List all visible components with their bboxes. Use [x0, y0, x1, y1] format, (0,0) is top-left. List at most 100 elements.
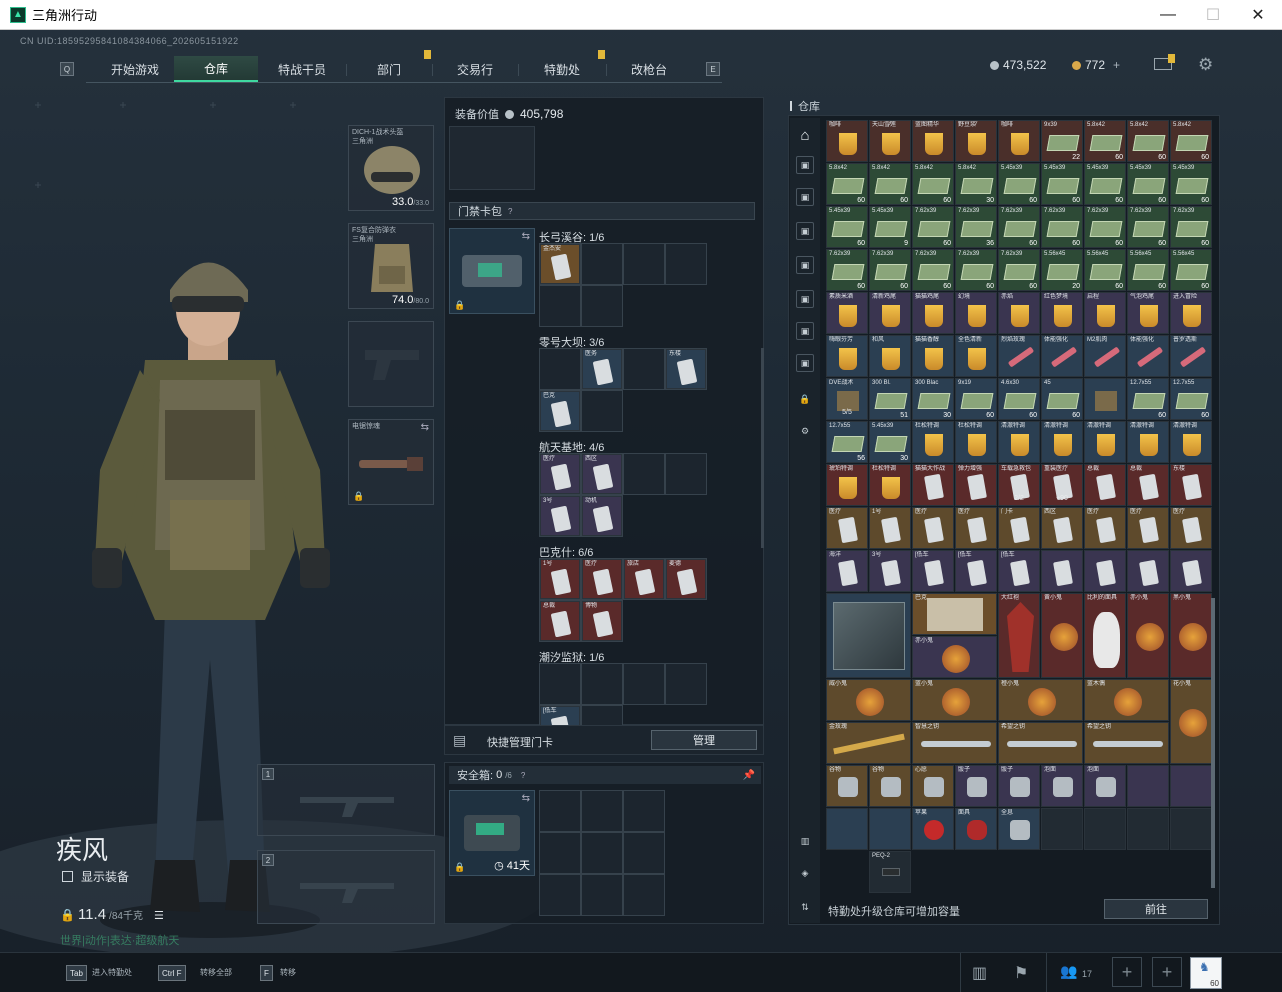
- keycard-slot[interactable]: [581, 663, 623, 705]
- warehouse-item[interactable]: 骰子: [955, 765, 997, 807]
- warehouse-item[interactable]: 杜松特调: [869, 464, 911, 506]
- keycard-slot[interactable]: [623, 453, 665, 495]
- warehouse-item[interactable]: 赤焰: [998, 292, 1040, 334]
- layers-icon[interactable]: ◈: [796, 864, 814, 882]
- warehouse-item[interactable]: 东楼: [1170, 464, 1212, 506]
- warehouse-item[interactable]: 7.62x39 60: [998, 206, 1040, 248]
- warehouse-item[interactable]: 5.45x39 30: [869, 421, 911, 463]
- collectible-item[interactable]: 金玫瑰: [826, 722, 911, 764]
- manage-button[interactable]: 管理: [651, 730, 757, 750]
- warehouse-item[interactable]: 5.56x45 60: [1084, 249, 1126, 291]
- warehouse-item[interactable]: 清澈特调: [1127, 421, 1169, 463]
- warehouse-item[interactable]: 和风: [869, 335, 911, 377]
- warehouse-item[interactable]: 5.45x39 60: [826, 206, 868, 248]
- warehouse-item[interactable]: 300 Blac 30: [912, 378, 954, 420]
- warehouse-tab-2-icon[interactable]: ▣: [796, 188, 814, 206]
- friends-icon[interactable]: 👥: [1060, 963, 1077, 980]
- equipment-scrollbar[interactable]: [761, 348, 764, 548]
- player-avatar[interactable]: ♞ 60: [1190, 957, 1222, 989]
- safebox-cell[interactable]: [623, 874, 665, 916]
- warehouse-item[interactable]: 7.62x39 60: [912, 249, 954, 291]
- warehouse-tab-5-icon[interactable]: ▣: [796, 290, 814, 308]
- warehouse-item[interactable]: 5.56x45 60: [1127, 249, 1169, 291]
- warehouse-scrollbar[interactable]: [1211, 598, 1215, 888]
- warehouse-item[interactable]: 5.8x42 30: [955, 163, 997, 205]
- warehouse-item[interactable]: 猫猫香醇: [912, 335, 954, 377]
- warehouse-item[interactable]: 重装医疗 +90: [1041, 464, 1083, 506]
- warehouse-item[interactable]: [1041, 808, 1083, 850]
- warehouse-item[interactable]: 7.62x39 60: [1127, 206, 1169, 248]
- warehouse-item[interactable]: 烈焰玫瑰: [998, 335, 1040, 377]
- keycard-item[interactable]: 总裁: [540, 601, 580, 641]
- invite-slot-1[interactable]: +: [1112, 957, 1142, 987]
- warehouse-item[interactable]: 清澈特调: [1170, 421, 1212, 463]
- keycard-slot[interactable]: [539, 348, 581, 390]
- warehouse-item[interactable]: DVE战术 5/5: [826, 378, 868, 420]
- warehouse-item[interactable]: 7.62x39 60: [955, 249, 997, 291]
- warehouse-item[interactable]: 体能强化: [1041, 335, 1083, 377]
- tab-department[interactable]: 部门: [346, 56, 432, 82]
- pistol-slot[interactable]: [348, 321, 434, 407]
- warehouse-item[interactable]: [1170, 808, 1212, 850]
- keycard-item[interactable]: [低车: [540, 706, 580, 726]
- peq2-item[interactable]: PEQ-2: [869, 851, 911, 893]
- warehouse-item[interactable]: 5.56x45 60: [1170, 249, 1212, 291]
- safebox-slot[interactable]: ⇆ 🔒 ◷ 41天: [449, 790, 535, 876]
- warehouse-item[interactable]: [1127, 550, 1169, 592]
- warehouse-item[interactable]: 5.8x42 60: [912, 163, 954, 205]
- warehouse-item[interactable]: 医疗: [1127, 507, 1169, 549]
- warehouse-item[interactable]: 嗨眼芬芳: [826, 335, 868, 377]
- keycard-slot[interactable]: [539, 663, 581, 705]
- collectible-item[interactable]: 希望之钥: [998, 722, 1083, 764]
- collectible-item[interactable]: 智慧之钥: [912, 722, 997, 764]
- keycard-slot[interactable]: [665, 453, 707, 495]
- warehouse-item[interactable]: 7.62x39 36: [955, 206, 997, 248]
- show-gear-toggle[interactable]: 显示装备: [62, 868, 129, 885]
- collectible-item[interactable]: 蓝木偶: [1084, 679, 1169, 721]
- warehouse-item[interactable]: 7.62x39 60: [826, 249, 868, 291]
- warehouse-item[interactable]: 全息: [998, 808, 1040, 850]
- warehouse-item[interactable]: 7.62x39 60: [1084, 206, 1126, 248]
- warehouse-item[interactable]: 清澈特调: [1041, 421, 1083, 463]
- keycard-item[interactable]: 3号: [540, 496, 580, 536]
- warehouse-item[interactable]: 清新鸡尾: [869, 292, 911, 334]
- warehouse-item[interactable]: 医疗: [1170, 507, 1212, 549]
- keycard-item[interactable]: 动机: [582, 496, 622, 536]
- warehouse-item[interactable]: 天山雪莲 7: [869, 120, 911, 162]
- warehouse-item[interactable]: 12.7x55 60: [1170, 378, 1212, 420]
- keycard-slot[interactable]: [665, 663, 707, 705]
- helmet-slot[interactable]: DICH-1战术头盔 三角洲 33.0/33.0: [348, 125, 434, 211]
- safebox-cell[interactable]: [623, 832, 665, 874]
- warehouse-item[interactable]: 5.8x42 60: [1127, 120, 1169, 162]
- warehouse-item[interactable]: 谷物: [869, 765, 911, 807]
- warehouse-item[interactable]: 面具: [955, 808, 997, 850]
- warehouse-tab-7-icon[interactable]: ▣: [796, 354, 814, 372]
- keycard-slot[interactable]: [665, 243, 707, 285]
- warehouse-item[interactable]: 总裁: [1127, 464, 1169, 506]
- warehouse-item[interactable]: [1084, 550, 1126, 592]
- safebox-cell[interactable]: [539, 832, 581, 874]
- warehouse-item[interactable]: 苹果: [912, 808, 954, 850]
- stats-icon[interactable]: ▥: [972, 963, 987, 983]
- warehouse-item[interactable]: 泡面: [1084, 765, 1126, 807]
- keycard-item[interactable]: 博物: [582, 601, 622, 641]
- keycard-item[interactable]: 医疗: [582, 559, 622, 599]
- warehouse-item[interactable]: 骰子: [998, 765, 1040, 807]
- warehouse-item[interactable]: M2肌肉: [1084, 335, 1126, 377]
- collectible-item[interactable]: 橙小鬼: [998, 679, 1083, 721]
- warehouse-item[interactable]: [1084, 378, 1126, 420]
- nav-prev-key[interactable]: Q: [60, 62, 74, 76]
- warehouse-tab-1-icon[interactable]: ▣: [796, 156, 814, 174]
- warehouse-item[interactable]: 海洋: [826, 550, 868, 592]
- gold-add-button[interactable]: +: [1113, 58, 1120, 72]
- primary-weapon-slot[interactable]: 1: [257, 764, 435, 836]
- keycard-item[interactable]: 旅店: [624, 559, 664, 599]
- keycard-slot[interactable]: [539, 285, 581, 327]
- tab-trading[interactable]: 交易行: [432, 56, 518, 82]
- warehouse-item[interactable]: 蓝图精华: [912, 120, 954, 162]
- warehouse-item[interactable]: [1170, 765, 1212, 807]
- tab-gunsmith[interactable]: 改枪台: [606, 56, 692, 82]
- help-icon[interactable]: ?: [521, 771, 525, 780]
- warehouse-item[interactable]: 医疗: [826, 507, 868, 549]
- warehouse-tab-6-icon[interactable]: ▣: [796, 322, 814, 340]
